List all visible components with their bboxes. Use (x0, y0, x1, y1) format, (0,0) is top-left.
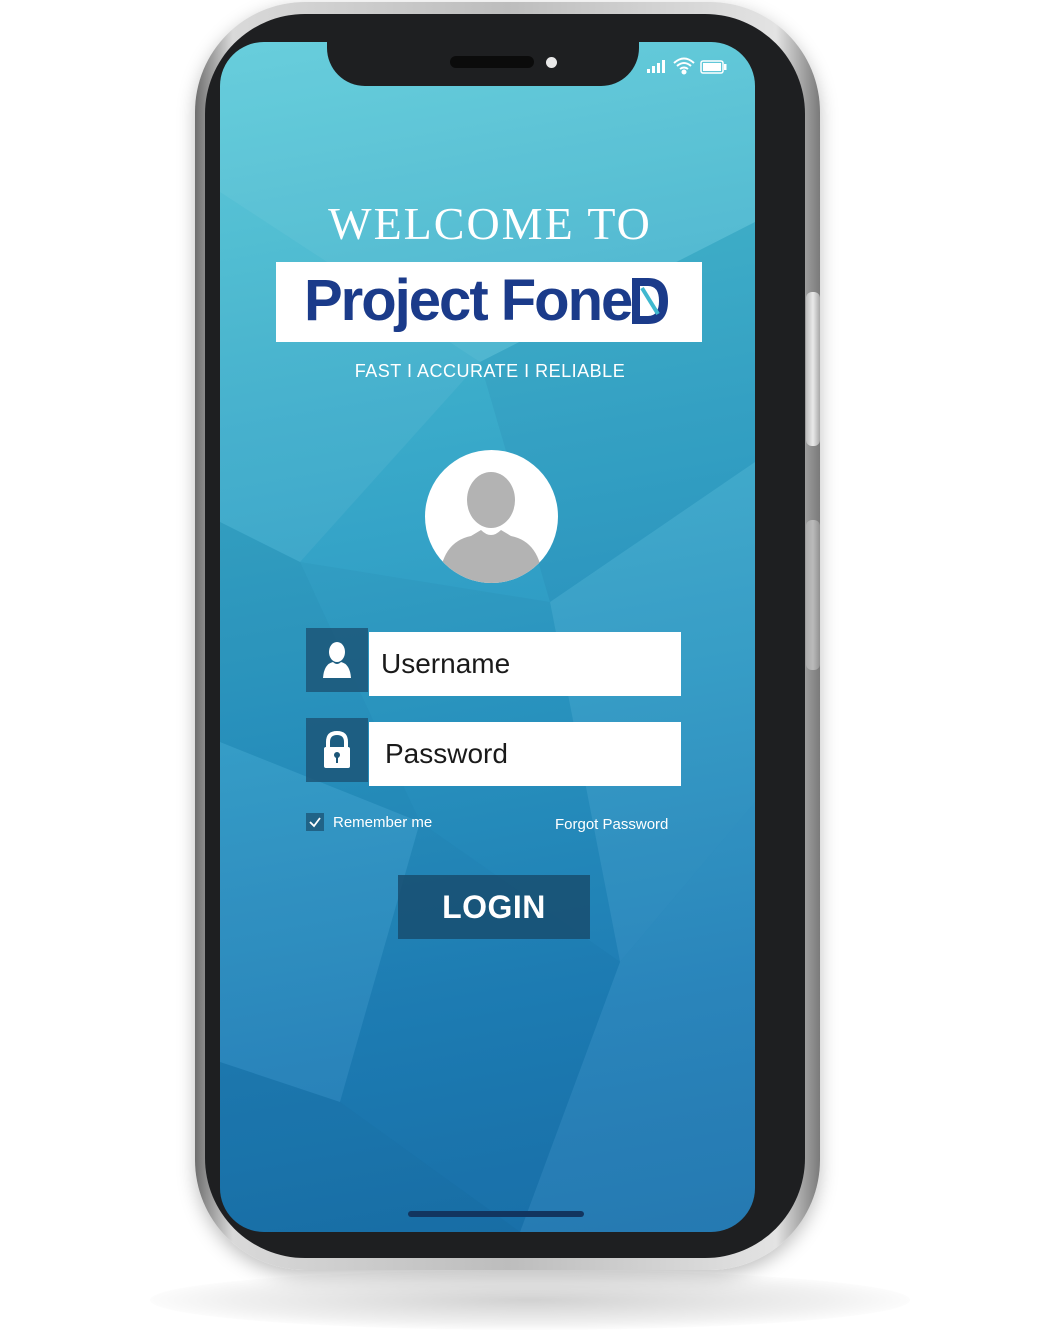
logo-brand-text: Project Fone (304, 268, 633, 333)
phone-shadow (150, 1270, 910, 1330)
home-indicator[interactable] (408, 1211, 584, 1217)
signal-icon (647, 60, 665, 73)
avatar-silhouette (439, 472, 543, 583)
password-icon-box (306, 718, 368, 782)
remember-me-checkbox[interactable] (306, 813, 324, 831)
welcome-heading: WELCOME TO (328, 198, 652, 249)
username-input[interactable] (369, 632, 681, 696)
status-bar-icons (647, 57, 727, 75)
speaker-grille (450, 56, 534, 68)
tagline: FAST I ACCURATE I RELIABLE (354, 361, 626, 381)
remember-me-option[interactable]: Remember me (306, 810, 432, 834)
stage: WELCOME TO Project Fone D FAST I ACCURAT… (0, 0, 1060, 1344)
login-button[interactable]: LOGIN (398, 875, 590, 939)
password-input[interactable] (369, 722, 681, 786)
side-button (806, 520, 820, 670)
wifi-icon (673, 57, 695, 75)
lock-icon (324, 730, 350, 768)
forgot-password-link[interactable]: Forgot Password (555, 814, 668, 836)
front-camera (546, 57, 557, 68)
battery-icon (700, 60, 727, 74)
user-avatar-icon (425, 450, 558, 583)
checkmark-icon (309, 817, 321, 828)
username-icon-box (306, 628, 368, 692)
user-icon (323, 642, 351, 678)
remember-me-label: Remember me (333, 813, 433, 831)
power-button (806, 292, 820, 446)
logo-d-mark: D (632, 278, 668, 324)
brand-logo: Project Fone D (276, 262, 702, 342)
